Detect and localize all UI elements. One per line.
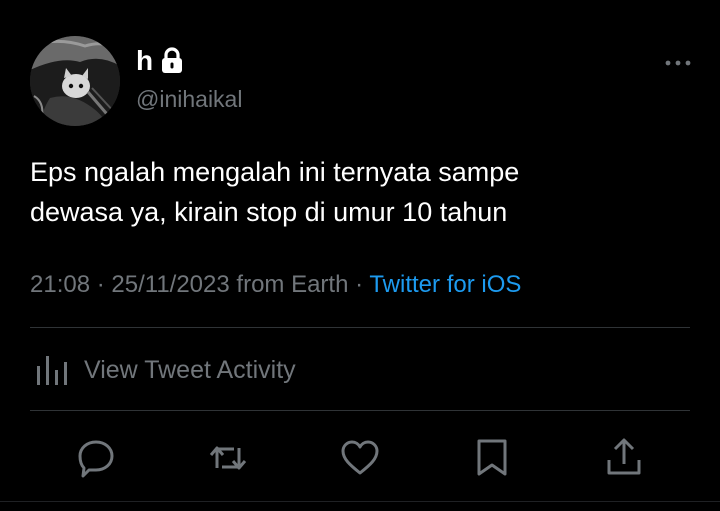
reply-button[interactable] bbox=[76, 436, 116, 480]
tweet-date[interactable]: 25/11/2023 bbox=[111, 271, 229, 298]
share-icon bbox=[607, 438, 641, 475]
heart-icon bbox=[341, 440, 379, 475]
user-handle[interactable]: @inihaikal bbox=[136, 86, 242, 113]
more-options-icon[interactable] bbox=[664, 56, 692, 70]
view-tweet-activity-label: View Tweet Activity bbox=[84, 355, 296, 384]
view-tweet-activity-button[interactable]: View Tweet Activity bbox=[34, 352, 296, 388]
tweet-text-line: dewasa ya, kirain stop di umur 10 tahun bbox=[30, 197, 508, 227]
like-button[interactable] bbox=[340, 436, 380, 480]
author-name-row: h bbox=[136, 44, 183, 78]
tweet-text-line: Eps ngalah mengalah ini ternyata sampe bbox=[30, 157, 520, 187]
bottom-divider bbox=[0, 501, 720, 502]
bookmark-button[interactable] bbox=[472, 436, 512, 480]
divider bbox=[30, 410, 690, 411]
tweet-text: Eps ngalah mengalah ini ternyata sampe d… bbox=[30, 152, 670, 232]
share-button[interactable] bbox=[604, 436, 644, 480]
lock-icon bbox=[161, 47, 183, 75]
divider bbox=[30, 327, 690, 328]
bookmark-icon bbox=[477, 439, 507, 476]
tweet-time[interactable]: 21:08 bbox=[30, 271, 90, 298]
retweet-icon bbox=[209, 446, 247, 470]
tweet-location: from Earth bbox=[229, 271, 349, 298]
retweet-button[interactable] bbox=[208, 436, 248, 480]
avatar[interactable] bbox=[30, 36, 120, 126]
display-name[interactable]: h bbox=[136, 44, 153, 78]
analytics-bars-icon bbox=[34, 352, 70, 388]
tweet-meta: 21:08 · 25/11/2023 from Earth · Twitter … bbox=[30, 271, 521, 299]
cat-photo-avatar bbox=[30, 36, 120, 126]
reply-icon bbox=[78, 440, 114, 478]
meta-separator: · bbox=[348, 271, 370, 298]
tweet-action-bar bbox=[0, 436, 720, 480]
meta-separator: · bbox=[90, 271, 112, 298]
tweet-source-link[interactable]: Twitter for iOS bbox=[369, 271, 521, 298]
